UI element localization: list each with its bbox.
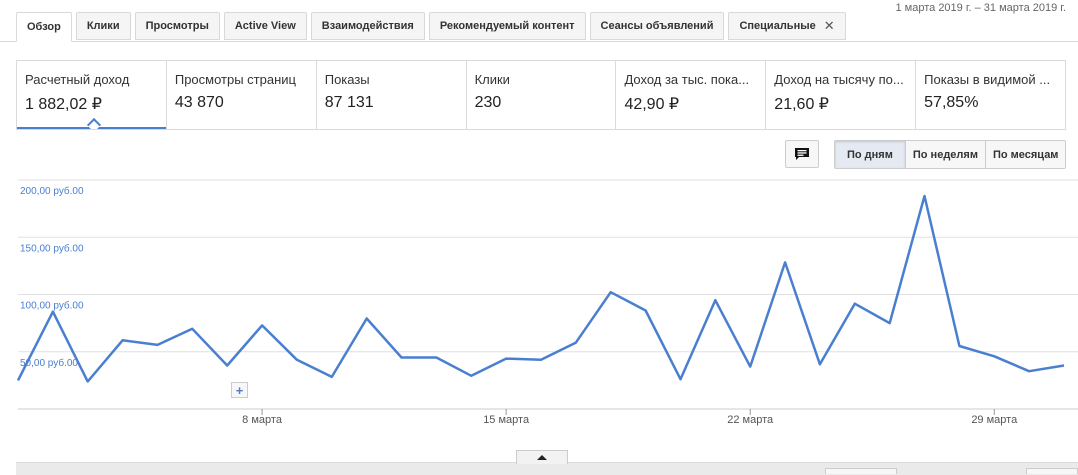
metric-value: 87 131 (325, 94, 458, 112)
metric-value: 43 870 (175, 94, 308, 112)
metric-label: Доход за тыс. пока... (624, 72, 757, 87)
metric-page-views[interactable]: Просмотры страниц 43 870 (167, 61, 317, 129)
x-tick-label: 29 марта (971, 414, 1018, 426)
metric-label: Клики (475, 72, 608, 87)
table-control-button[interactable] (1026, 468, 1078, 474)
metric-label: Доход на тысячу по... (774, 72, 907, 87)
x-tick-label: 22 марта (727, 414, 774, 426)
metric-label: Расчетный доход (25, 72, 158, 87)
plus-icon: + (236, 384, 244, 397)
y-axis-labels: 200,00 руб.00150,00 руб.00100,00 руб.005… (20, 185, 84, 369)
metrics-scorecard: Расчетный доход 1 882,02 ₽ Просмотры стр… (16, 60, 1066, 130)
y-tick-label: 200,00 руб.00 (20, 185, 84, 197)
x-axis-labels: 8 марта 15 марта 22 марта 29 марта (242, 409, 1018, 426)
metric-value: 21,60 ₽ (774, 94, 907, 114)
caret-up-icon (537, 455, 547, 460)
granularity-toggle: По дням По неделям По месяцам (834, 140, 1066, 169)
revenue-line-chart: 200,00 руб.00150,00 руб.00100,00 руб.005… (0, 175, 1078, 435)
tab-overview[interactable]: Обзор (16, 12, 72, 42)
table-control-button[interactable] (825, 468, 897, 474)
y-tick-label: 150,00 руб.00 (20, 242, 84, 254)
tab-label: Active View (235, 20, 296, 32)
tab-label: Взаимодействия (322, 20, 414, 32)
metric-clicks[interactable]: Клики 230 (467, 61, 617, 129)
metric-value: 230 (475, 94, 608, 112)
metric-page-rpm[interactable]: Доход на тысячу по... 21,60 ₽ (766, 61, 916, 129)
metric-estimated-revenue[interactable]: Расчетный доход 1 882,02 ₽ (17, 61, 167, 129)
add-annotation-button[interactable]: + (231, 382, 248, 398)
granularity-month-button[interactable]: По месяцам (986, 141, 1065, 168)
metric-label: Показы (325, 72, 458, 87)
metric-active-view-viewable[interactable]: Показы в видимой ... 57,85% (916, 61, 1065, 129)
series-line (18, 196, 1064, 382)
close-icon[interactable]: ✕ (824, 18, 835, 34)
selected-caret-icon (87, 118, 101, 129)
tab-label: Специальные (739, 20, 815, 32)
metric-label: Показы в видимой ... (924, 72, 1057, 87)
tab-label: Клики (87, 20, 120, 32)
tab-active-view[interactable]: Active View (224, 12, 307, 40)
comment-icon (794, 147, 810, 161)
metric-label: Просмотры страниц (175, 72, 308, 87)
tab-label: Сеансы объявлений (601, 20, 714, 32)
metric-value: 57,85% (924, 94, 1057, 112)
collapse-chart-button[interactable] (516, 450, 568, 464)
annotations-button[interactable] (785, 140, 819, 168)
series-layer (18, 196, 1064, 382)
tab-interactions[interactable]: Взаимодействия (311, 12, 425, 40)
tab-views[interactable]: Просмотры (135, 12, 220, 40)
tab-label: Просмотры (146, 20, 209, 32)
metric-impression-rpm[interactable]: Доход за тыс. пока... 42,90 ₽ (616, 61, 766, 129)
metric-value: 1 882,02 ₽ (25, 94, 158, 114)
tab-ad-sessions[interactable]: Сеансы объявлений (590, 12, 725, 40)
tab-custom[interactable]: Специальные ✕ (728, 12, 845, 40)
granularity-week-button[interactable]: По неделям (906, 141, 986, 168)
granularity-day-button[interactable]: По дням (835, 141, 906, 168)
tab-label: Рекомендуемый контент (440, 20, 575, 32)
tab-label: Обзор (27, 21, 61, 33)
tab-clicks[interactable]: Клики (76, 12, 131, 40)
y-tick-label: 100,00 руб.00 (20, 300, 84, 312)
metric-value: 42,90 ₽ (624, 94, 757, 114)
metric-impressions[interactable]: Показы 87 131 (317, 61, 467, 129)
x-tick-label: 8 марта (242, 414, 283, 426)
x-tick-label: 15 марта (483, 414, 530, 426)
report-tabs: Обзор Клики Просмотры Active View Взаимо… (16, 12, 1078, 40)
tab-recommended-content[interactable]: Рекомендуемый контент (429, 12, 586, 40)
